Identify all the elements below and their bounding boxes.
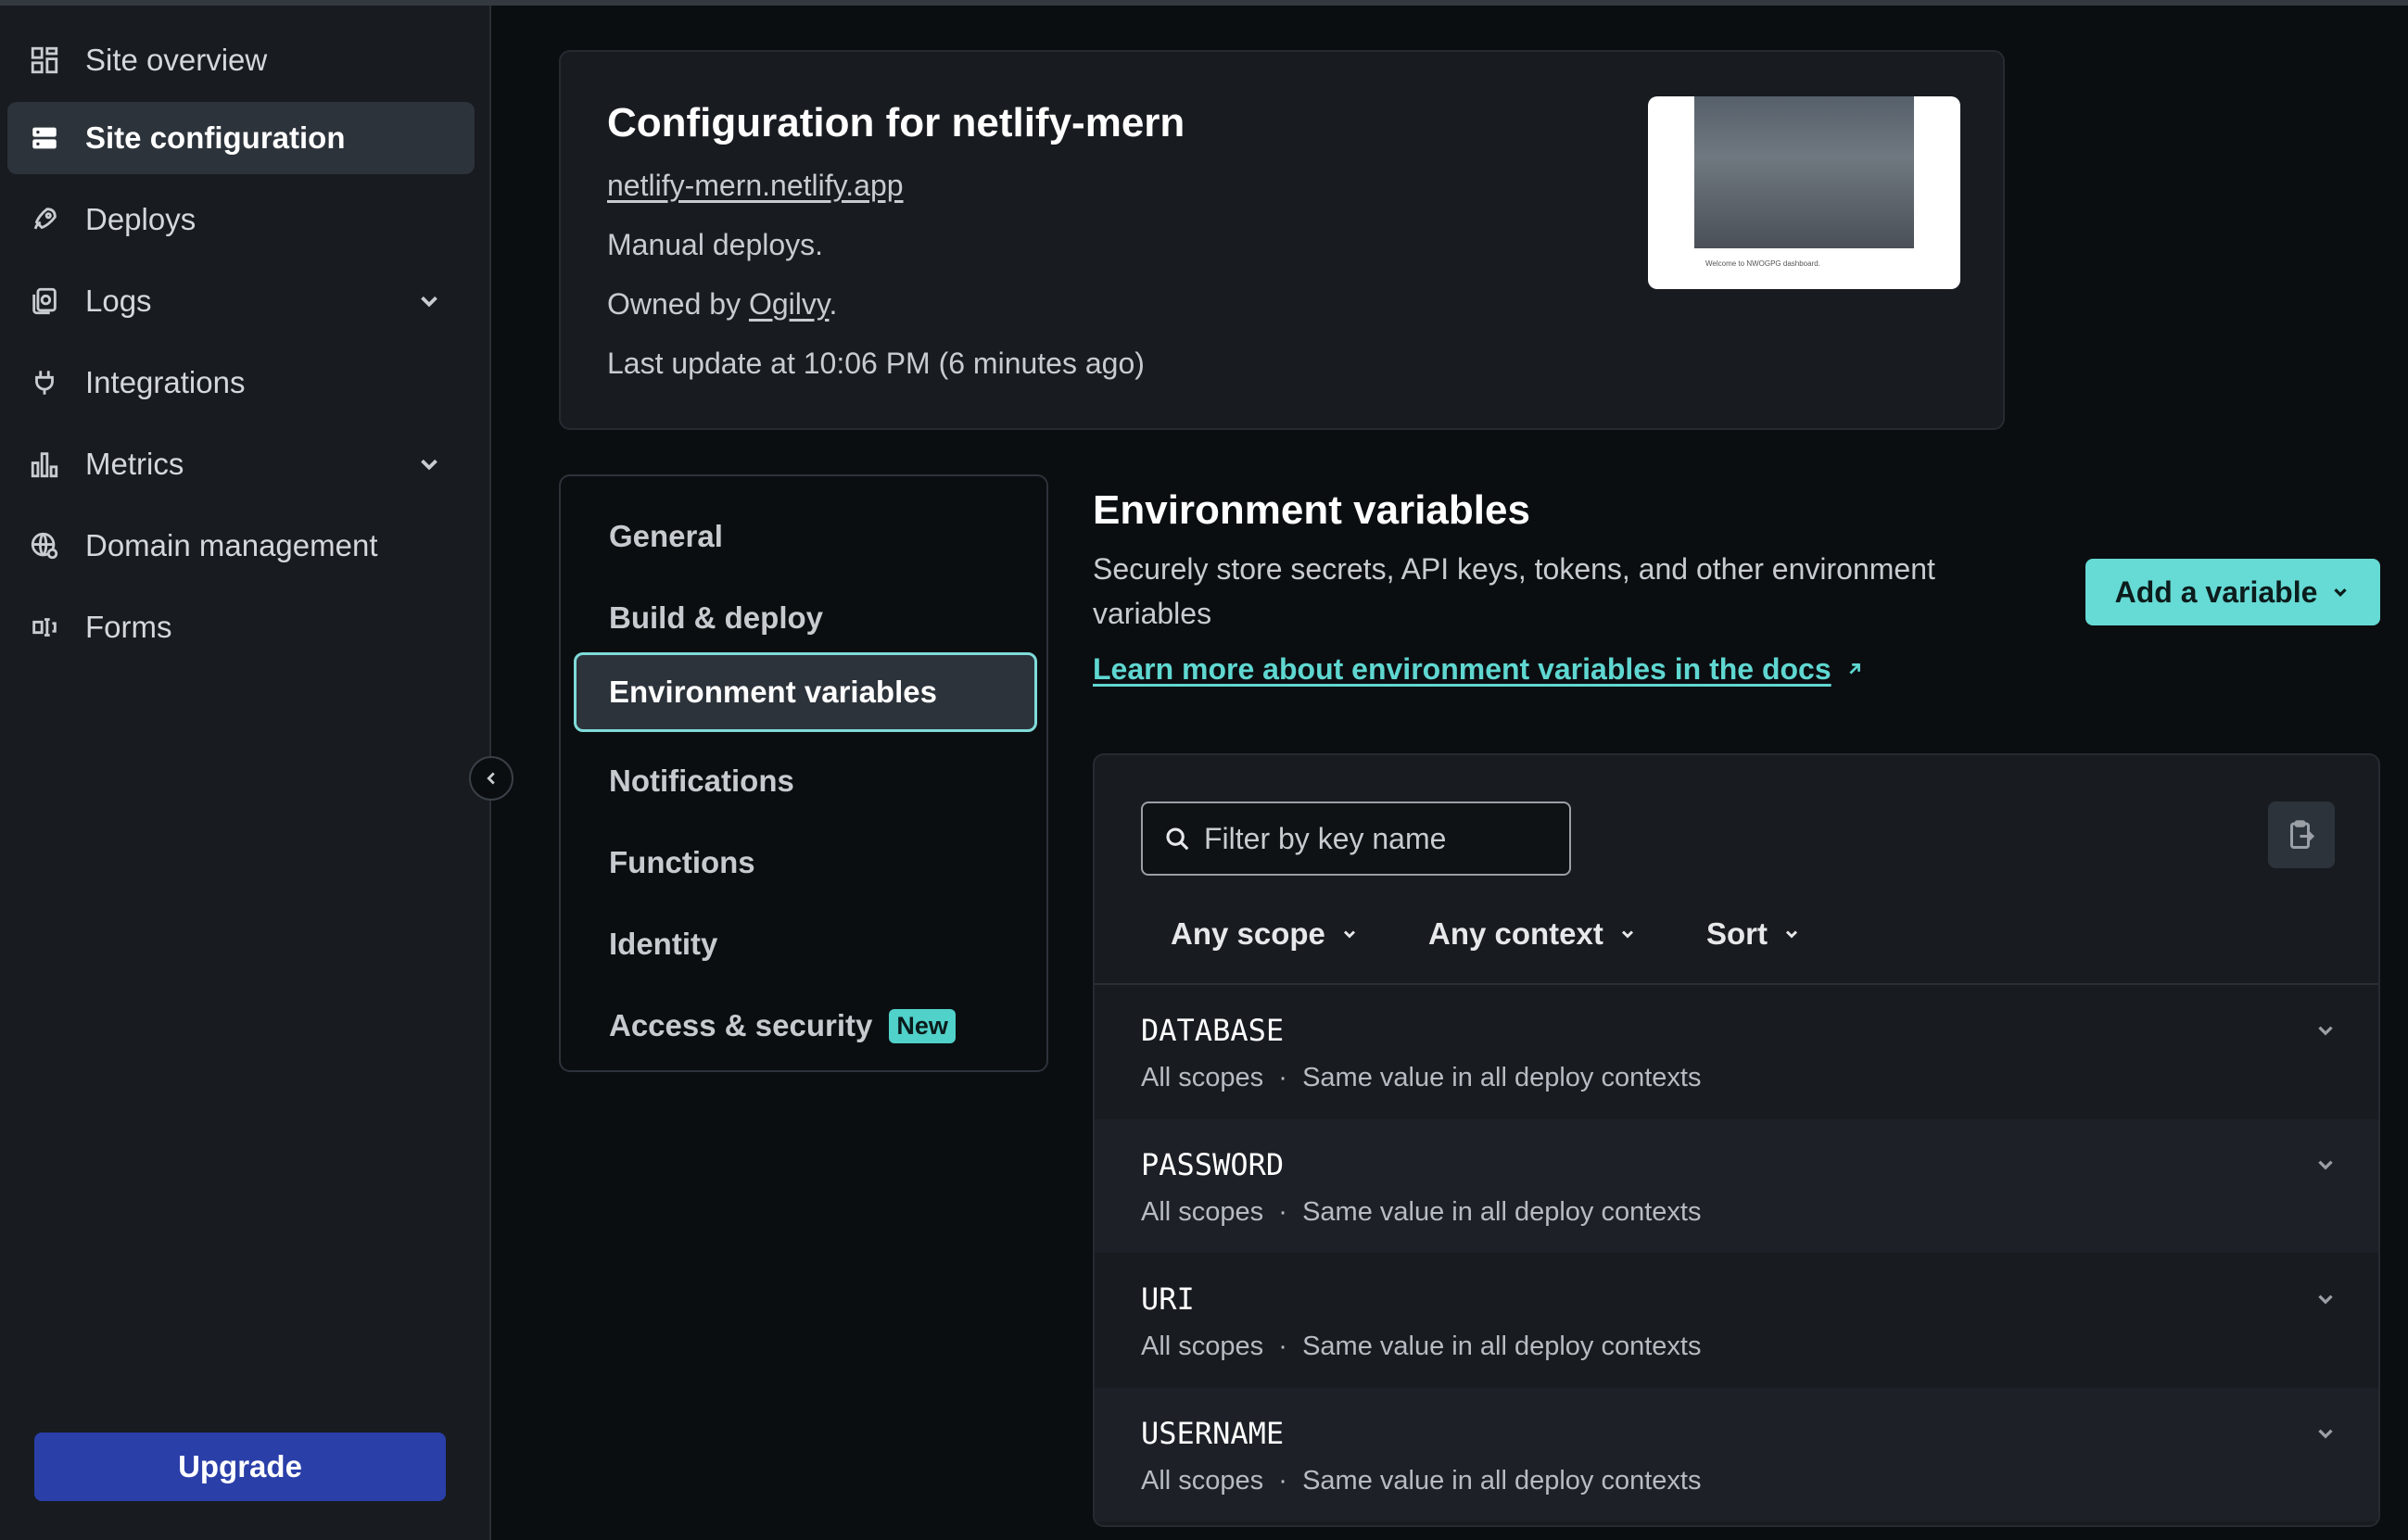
sidebar-item-site-overview[interactable]: Site overview: [7, 24, 475, 96]
sidebar-item-domain-management[interactable]: Domain management: [7, 510, 475, 582]
chevron-down-icon[interactable]: [2313, 1421, 2338, 1445]
filter-field[interactable]: [1141, 802, 1571, 876]
sidebar-item-label: Metrics: [85, 447, 184, 481]
chevron-down-icon[interactable]: [2313, 1153, 2338, 1177]
owner-line: Owned by Ogilvy.: [607, 287, 837, 322]
docs-link[interactable]: Learn more about environment variables i…: [1093, 652, 1865, 687]
preview-caption: Welcome to NWOGPG dashboard.: [1705, 259, 1820, 268]
owner-link[interactable]: Ogilvy: [749, 287, 830, 321]
subnav-access-security[interactable]: Access & security New: [574, 986, 1037, 1066]
variable-scopes: All scopes: [1141, 1332, 1264, 1361]
preview-image: [1694, 96, 1914, 248]
owner-prefix: Owned by: [607, 287, 749, 321]
owner-suffix: .: [829, 287, 838, 321]
context-dropdown[interactable]: Any context: [1428, 902, 1637, 966]
clipboard-icon: [2290, 820, 2315, 849]
subnav-general[interactable]: General: [574, 497, 1037, 576]
page-title: Configuration for netlify-mern: [607, 100, 1185, 145]
site-url-link[interactable]: netlify-mern.netlify.app: [607, 169, 904, 203]
variable-meta: All scopes · Same value in all deploy co…: [1141, 1063, 1702, 1092]
variable-row[interactable]: URI All scopes · Same value in all deplo…: [1095, 1254, 2378, 1387]
variable-key: URI: [1141, 1281, 1195, 1317]
site-summary-card: Configuration for netlify-mern netlify-m…: [559, 50, 2005, 430]
variable-context: Same value in all deploy contexts: [1302, 1332, 1702, 1361]
variable-scopes: All scopes: [1141, 1466, 1264, 1496]
chevron-down-icon: [1785, 930, 1798, 939]
variable-context: Same value in all deploy contexts: [1302, 1063, 1702, 1092]
sidebar-item-label: Forms: [85, 610, 172, 644]
chevron-down-icon: [1343, 930, 1355, 939]
add-variable-button[interactable]: Add a variable: [2085, 559, 2380, 625]
variable-key: PASSWORD: [1141, 1147, 1285, 1182]
variable-row[interactable]: DATABASE All scopes · Same value in all …: [1095, 985, 2378, 1118]
grid-icon: [28, 44, 61, 77]
sidebar-item-label: Integrations: [85, 365, 246, 399]
section-title: Environment variables: [1093, 487, 1530, 533]
subnav-notifications[interactable]: Notifications: [574, 741, 1037, 821]
variable-context: Same value in all deploy contexts: [1302, 1466, 1702, 1496]
import-clipboard-button[interactable]: [2268, 802, 2335, 868]
chevron-down-icon[interactable]: [2313, 1287, 2338, 1311]
subnav-environment-variables[interactable]: Environment variables: [574, 652, 1037, 732]
chevron-down-icon: [1621, 930, 1633, 939]
subnav-functions[interactable]: Functions: [574, 823, 1037, 903]
sidebar-item-deploys[interactable]: Deploys: [7, 183, 475, 256]
new-badge: New: [889, 1008, 956, 1043]
filter-input[interactable]: [1204, 821, 1556, 856]
variable-scopes: All scopes: [1141, 1197, 1264, 1227]
settings-subnav: General Build & deploy Environment varia…: [559, 474, 1048, 1072]
sidebar-item-label: Domain management: [85, 528, 378, 562]
last-update-text: Last update at 10:06 PM (6 minutes ago): [607, 347, 1145, 380]
sort-dropdown-label: Sort: [1706, 916, 1768, 951]
chevron-down-icon[interactable]: [2313, 1018, 2338, 1042]
subnav-identity[interactable]: Identity: [574, 904, 1037, 984]
variable-key: DATABASE: [1141, 1013, 1285, 1048]
variable-meta: All scopes · Same value in all deploy co…: [1141, 1197, 1702, 1227]
sidebar-item-label: Site overview: [85, 43, 268, 77]
variable-row[interactable]: PASSWORD All scopes · Same value in all …: [1095, 1119, 2378, 1253]
upgrade-button[interactable]: Upgrade: [34, 1433, 446, 1501]
docs-link-label: Learn more about environment variables i…: [1093, 652, 1831, 686]
bar-chart-icon: [28, 448, 61, 481]
deploy-mode-text: Manual deploys.: [607, 228, 824, 261]
sidebar-item-label: Deploys: [85, 202, 196, 236]
variable-scopes: All scopes: [1141, 1063, 1264, 1092]
sidebar: Site overview Site configuration Deploys…: [0, 6, 491, 1540]
chevron-left-icon: [487, 772, 495, 785]
scope-dropdown-label: Any scope: [1171, 916, 1325, 951]
sidebar-item-integrations[interactable]: Integrations: [7, 347, 475, 419]
sidebar-item-label: Logs: [85, 284, 152, 318]
collapse-sidebar-button[interactable]: [469, 756, 513, 801]
external-link-icon: [1849, 663, 1860, 675]
variable-meta: All scopes · Same value in all deploy co…: [1141, 1466, 1702, 1496]
sidebar-item-metrics[interactable]: Metrics: [7, 428, 475, 500]
chevron-down-icon: [421, 459, 437, 471]
subnav-label: Access & security: [609, 1008, 873, 1042]
variable-meta: All scopes · Same value in all deploy co…: [1141, 1332, 1702, 1361]
plug-icon: [28, 366, 61, 399]
context-dropdown-label: Any context: [1428, 916, 1603, 951]
server-icon: [28, 121, 61, 155]
rocket-icon: [28, 203, 61, 236]
sort-dropdown[interactable]: Sort: [1706, 902, 1801, 966]
section-description: Securely store secrets, API keys, tokens…: [1093, 552, 1935, 630]
sidebar-item-logs[interactable]: Logs: [7, 265, 475, 337]
subnav-build-deploy[interactable]: Build & deploy: [574, 578, 1037, 658]
site-preview-thumbnail[interactable]: Welcome to NWOGPG dashboard.: [1648, 96, 1960, 289]
add-variable-label: Add a variable: [2114, 574, 2318, 609]
scope-dropdown[interactable]: Any scope: [1171, 902, 1359, 966]
variable-row[interactable]: USERNAME All scopes · Same value in all …: [1095, 1388, 2378, 1521]
logs-icon: [28, 284, 61, 318]
chevron-down-icon: [421, 296, 437, 308]
variable-context: Same value in all deploy contexts: [1302, 1197, 1702, 1227]
search-icon: [1166, 827, 1189, 851]
variable-key: USERNAME: [1141, 1416, 1285, 1451]
form-icon: [28, 611, 61, 644]
sidebar-item-forms[interactable]: Forms: [7, 591, 475, 663]
variables-panel: Any scope Any context Sort DATABASE All …: [1093, 753, 2380, 1527]
sidebar-item-site-configuration[interactable]: Site configuration: [7, 102, 475, 174]
sidebar-item-label: Site configuration: [85, 120, 346, 155]
chevron-down-icon: [2334, 588, 2348, 598]
globe-icon: [28, 529, 61, 562]
